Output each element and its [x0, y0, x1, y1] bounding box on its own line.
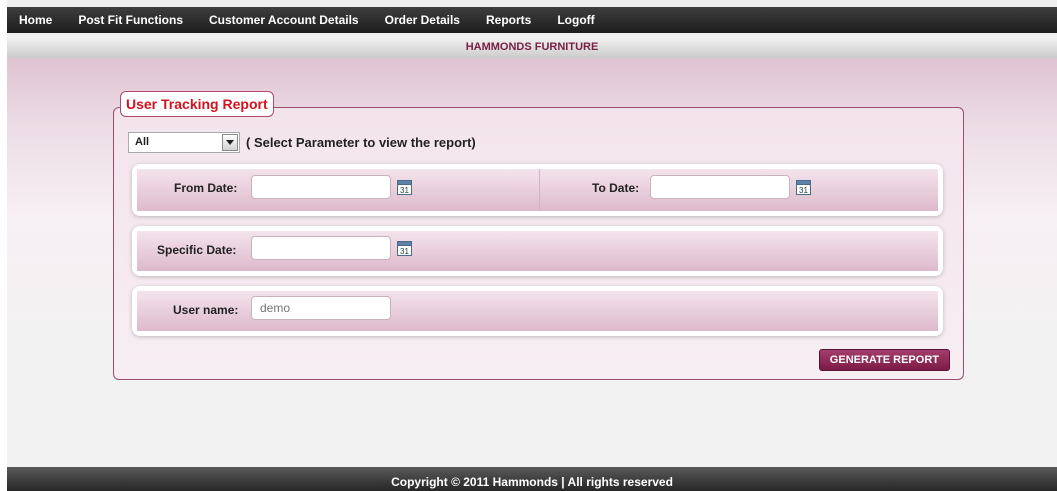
user-name-section: User name: [132, 286, 943, 336]
user-name-input[interactable] [251, 296, 391, 320]
parameter-select[interactable]: All [128, 132, 240, 153]
main-content: User Tracking Report All ( Select Parame… [7, 58, 1057, 467]
nav-order-details[interactable]: Order Details [372, 7, 473, 33]
calendar-icon[interactable]: 31 [397, 240, 412, 256]
date-range-section: From Date: 31 To Date: 31 [132, 164, 943, 216]
specific-date-row: Specific Date: 31 [137, 231, 938, 271]
from-date-input[interactable] [251, 175, 391, 199]
footer: Copyright © 2011 Hammonds | All rights r… [7, 467, 1057, 491]
report-panel: User Tracking Report All ( Select Parame… [113, 91, 964, 380]
calendar-day-text: 31 [400, 247, 409, 256]
dropdown-arrow-icon[interactable] [222, 134, 238, 151]
calendar-day-text: 31 [400, 186, 409, 195]
top-navigation: Home Post Fit Functions Customer Account… [7, 7, 1057, 33]
parameter-row: All ( Select Parameter to view the repor… [128, 132, 476, 153]
specific-date-section: Specific Date: 31 [132, 226, 943, 276]
report-title: User Tracking Report [120, 91, 274, 117]
to-date-input[interactable] [650, 175, 790, 199]
calendar-day-text: 31 [799, 186, 808, 195]
to-date-label: To Date: [592, 181, 640, 195]
app-window: Home Post Fit Functions Customer Account… [7, 0, 1057, 491]
nav-reports[interactable]: Reports [473, 7, 544, 33]
parameter-select-value: All [135, 136, 150, 148]
brand-bar: HAMMONDS FURNITURE [7, 36, 1057, 58]
user-name-row: User name: [137, 291, 938, 331]
parameter-hint: ( Select Parameter to view the report) [246, 135, 476, 150]
specific-date-label: Specific Date: [157, 243, 237, 257]
from-date-label: From Date: [174, 181, 238, 195]
nav-customer-account-details[interactable]: Customer Account Details [196, 7, 372, 33]
specific-date-input[interactable] [251, 236, 391, 260]
generate-report-button[interactable]: GENERATE REPORT [818, 349, 950, 371]
nav-logoff[interactable]: Logoff [544, 7, 607, 33]
nav-home[interactable]: Home [7, 7, 65, 33]
calendar-icon[interactable]: 31 [796, 179, 811, 195]
nav-post-fit-functions[interactable]: Post Fit Functions [65, 7, 196, 33]
date-range-row: From Date: 31 To Date: 31 [137, 169, 938, 211]
user-name-label: User name: [173, 303, 239, 317]
section-divider [539, 169, 540, 211]
calendar-icon[interactable]: 31 [397, 179, 412, 195]
